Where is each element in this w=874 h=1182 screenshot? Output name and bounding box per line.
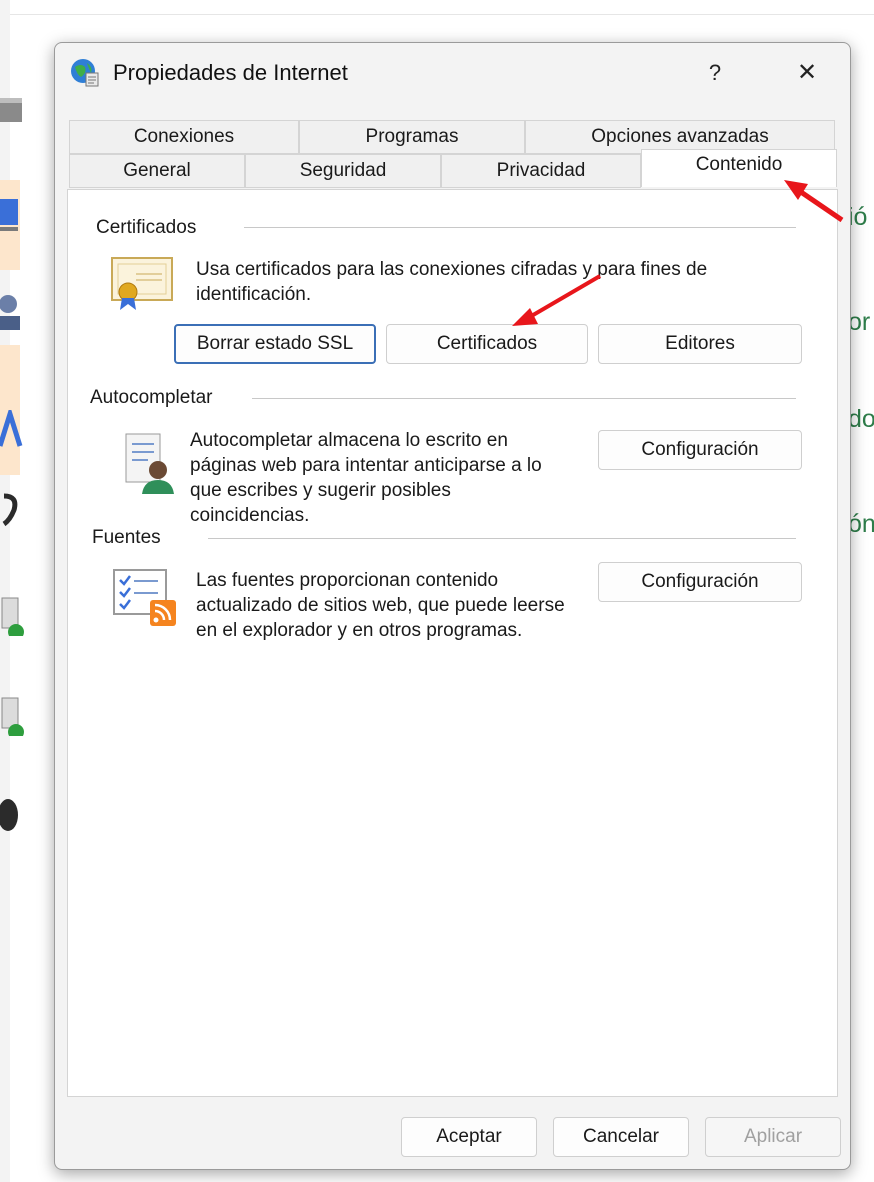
tab-privacidad[interactable]: Privacidad: [441, 154, 641, 188]
apply-button[interactable]: Aplicar: [705, 1117, 841, 1157]
cancel-button[interactable]: Cancelar: [553, 1117, 689, 1157]
clear-ssl-state-button[interactable]: Borrar estado SSL: [174, 324, 376, 364]
certificates-button[interactable]: Certificados: [386, 324, 588, 364]
certificados-description: Usa certificados para las conexiones cif…: [196, 259, 708, 305]
background-text: do: [848, 405, 874, 433]
feeds-settings-button[interactable]: Configuración: [598, 562, 802, 602]
tab-conexiones[interactable]: Conexiones: [69, 120, 299, 154]
feed-checklist-icon: [113, 569, 176, 626]
help-button[interactable]: ?: [693, 51, 737, 95]
background-monitor-icon: [0, 199, 18, 231]
publishers-button[interactable]: Editores: [598, 324, 802, 364]
title-bar[interactable]: Propiedades de Internet ? ✕: [55, 43, 850, 101]
autocomplete-settings-button[interactable]: Configuración: [598, 430, 802, 470]
window-title: Propiedades de Internet: [113, 60, 348, 85]
tab-general[interactable]: General: [69, 154, 245, 188]
background-font-icon: [0, 410, 23, 447]
background-mic-icon: [0, 799, 18, 831]
background-divider: [0, 14, 874, 15]
group-divider: [252, 398, 796, 399]
fuentes-group-label: Fuentes: [92, 527, 161, 549]
tab-programas[interactable]: Programas: [299, 120, 525, 154]
fuentes-description: Las fuentes proporcionan contenido actua…: [196, 570, 565, 641]
globe-settings-icon: [71, 59, 99, 87]
background-text: ón: [848, 510, 874, 538]
ok-button[interactable]: Aceptar: [401, 1117, 537, 1157]
autocomplete-user-icon: [125, 433, 174, 494]
group-divider: [244, 227, 796, 228]
background-stethoscope-icon: [2, 493, 18, 527]
background-text: or: [848, 308, 871, 336]
background-user-icon: [0, 295, 20, 330]
background-media-icon: [1, 697, 24, 736]
background-drive-icon: [0, 98, 22, 122]
certificate-icon: [111, 257, 173, 310]
content-tab-panel: Certificados Usa certificados para las c…: [67, 189, 838, 1097]
background-left-panel: [0, 0, 10, 1182]
group-divider: [208, 538, 796, 539]
close-button[interactable]: ✕: [785, 51, 829, 95]
tab-seguridad[interactable]: Seguridad: [245, 154, 441, 188]
internet-properties-dialog: Propiedades de Internet ? ✕ Conexiones P…: [54, 42, 851, 1170]
autocompletar-group-label: Autocompletar: [90, 387, 213, 409]
tab-contenido[interactable]: Contenido: [641, 149, 837, 187]
autocompletar-description: Autocompletar almacena lo escrito en pág…: [190, 430, 542, 526]
background-check-icon: [1, 597, 24, 636]
certificados-group-label: Certificados: [96, 217, 197, 239]
